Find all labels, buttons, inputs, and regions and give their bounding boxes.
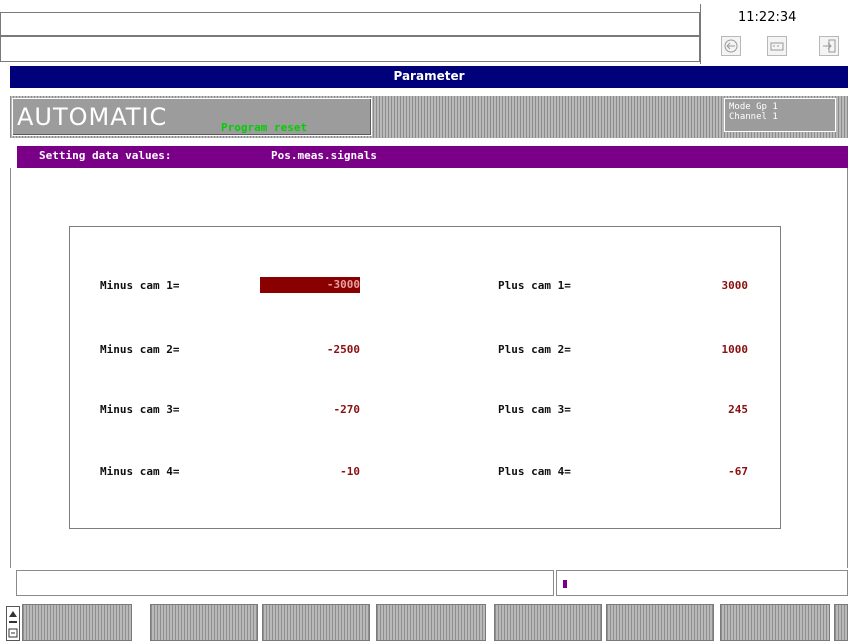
alarm-message-line xyxy=(0,12,700,36)
recall-icon[interactable] xyxy=(6,606,20,641)
softkey-7[interactable] xyxy=(720,604,830,641)
plus-cam-2-label: Plus cam 2= xyxy=(498,343,571,356)
softkey-4[interactable] xyxy=(376,604,486,641)
clock-panel: 11:22:34 xyxy=(700,4,848,64)
section-heading: Setting data values: xyxy=(39,149,172,162)
softkey-1[interactable] xyxy=(22,604,132,641)
softkey-2[interactable] xyxy=(150,604,258,641)
parameter-panel: Minus cam 1= -3000 Minus cam 2= -2500 Mi… xyxy=(69,226,781,529)
channel-label: Channel 1 xyxy=(729,112,778,122)
softkey-3[interactable] xyxy=(262,604,370,641)
plus-cam-1-value[interactable]: 3000 xyxy=(648,279,749,292)
minus-cam-2-label: Minus cam 2= xyxy=(100,343,180,356)
section-heading-bar: Setting data values: Pos.meas.signals xyxy=(17,146,848,168)
message-line xyxy=(0,36,700,62)
plus-cam-3-value[interactable]: 245 xyxy=(648,403,748,416)
plus-cam-3-label: Plus cam 3= xyxy=(498,403,571,416)
minus-cam-3-label: Minus cam 3= xyxy=(100,403,180,416)
dialog-line xyxy=(16,570,554,596)
minus-cam-3-value[interactable]: -270 xyxy=(260,403,361,416)
window-title-bar: Parameter xyxy=(10,66,848,88)
status-bar: AUTOMATIC Program reset Mode Gp 1 Channe… xyxy=(10,96,848,138)
section-subheading: Pos.meas.signals xyxy=(271,149,377,162)
plus-cam-4-label: Plus cam 4= xyxy=(498,465,571,478)
minus-cam-4-label: Minus cam 4= xyxy=(100,465,180,478)
softkey-6[interactable] xyxy=(606,604,714,641)
minus-cam-4-value[interactable]: -10 xyxy=(260,465,360,478)
operating-mode: AUTOMATIC xyxy=(17,103,168,131)
minus-cam-1-value[interactable]: -3000 xyxy=(260,277,360,293)
work-area: Minus cam 1= -3000 Minus cam 2= -2500 Mi… xyxy=(10,168,848,568)
program-state: Program reset xyxy=(221,121,308,134)
exit-icon[interactable] xyxy=(819,36,839,56)
window-title: Parameter xyxy=(393,69,465,83)
back-icon[interactable] xyxy=(721,36,741,56)
plus-cam-1-label: Plus cam 1= xyxy=(498,279,571,292)
channel-box: Mode Gp 1 Channel 1 xyxy=(724,98,836,132)
mode-group-label: Mode Gp 1 xyxy=(729,102,778,112)
minus-cam-1-label: Minus cam 1= xyxy=(100,279,180,292)
softkey-5[interactable] xyxy=(494,604,602,641)
plus-cam-2-value[interactable]: 1000 xyxy=(648,343,749,356)
minus-cam-2-value[interactable]: -2500 xyxy=(260,343,360,356)
operating-mode-box: AUTOMATIC Program reset xyxy=(12,98,372,136)
softkey-8[interactable] xyxy=(834,604,848,641)
keyboard-icon[interactable] xyxy=(767,36,787,56)
input-line[interactable] xyxy=(556,570,848,596)
clock-time: 11:22:34 xyxy=(738,10,797,25)
plus-cam-4-value[interactable]: -67 xyxy=(648,465,748,478)
input-cursor xyxy=(563,580,567,588)
